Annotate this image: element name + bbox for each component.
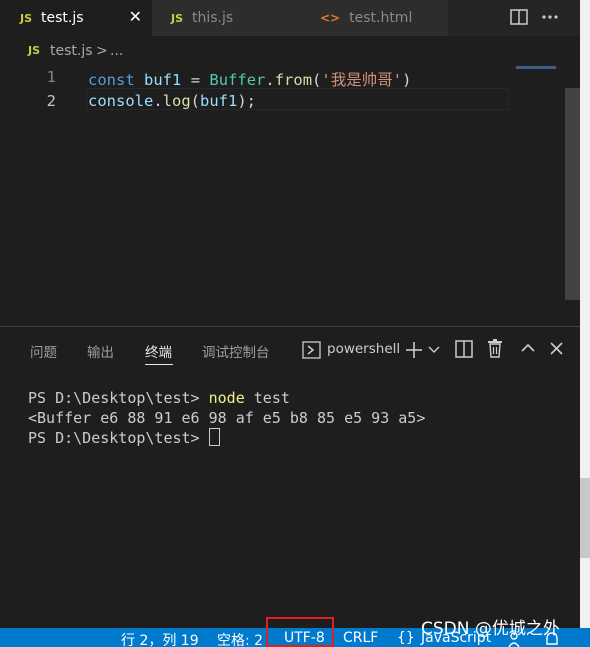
trash-icon[interactable] bbox=[487, 339, 503, 358]
outer-scrollbar-thumb[interactable] bbox=[580, 478, 590, 558]
punctuation: ( bbox=[312, 71, 322, 89]
terminal-prompt: PS D:\Desktop\test> bbox=[28, 429, 209, 447]
more-actions-icon[interactable] bbox=[541, 14, 559, 20]
plus-icon[interactable] bbox=[405, 341, 423, 359]
breadcrumb-symbol[interactable]: ... bbox=[110, 43, 123, 59]
braces-icon: {} bbox=[397, 630, 415, 646]
terminal-shell-label[interactable]: powershell bbox=[327, 341, 400, 357]
breadcrumb-file[interactable]: test.js bbox=[50, 43, 93, 59]
js-file-icon: JS bbox=[28, 44, 41, 57]
terminal-command: node bbox=[208, 389, 245, 407]
editor-scrollbar-thumb[interactable] bbox=[565, 88, 580, 300]
tab-output[interactable]: 输出 bbox=[87, 341, 114, 361]
line-number: 2 bbox=[46, 92, 56, 110]
tab-label: test.html bbox=[349, 10, 413, 26]
terminal-output[interactable]: PS D:\Desktop\test> node test <Buffer e6 … bbox=[28, 388, 425, 448]
identifier: buf1 bbox=[144, 71, 182, 89]
tab-test-html[interactable]: <> test.html bbox=[300, 0, 448, 36]
punctuation: ( bbox=[190, 92, 201, 110]
terminal-line: PS D:\Desktop\test> node test bbox=[28, 388, 425, 408]
function-name: log bbox=[162, 92, 191, 110]
close-icon[interactable]: ✕ bbox=[129, 7, 142, 26]
code-line-2[interactable]: console.log(buf1); bbox=[88, 92, 256, 110]
terminal-line: PS D:\Desktop\test> bbox=[28, 428, 425, 448]
split-editor-icon[interactable] bbox=[510, 9, 528, 25]
terminal-cursor bbox=[208, 428, 220, 446]
minimap[interactable] bbox=[516, 66, 556, 69]
tab-test-js[interactable]: JS test.js ✕ bbox=[0, 0, 152, 36]
operator: = bbox=[190, 71, 201, 89]
js-file-icon: JS bbox=[20, 11, 33, 25]
identifier: buf1 bbox=[200, 92, 238, 110]
punctuation: . bbox=[153, 92, 163, 110]
tab-this-js[interactable]: JS this.js bbox=[152, 0, 300, 36]
function-name: from bbox=[274, 71, 313, 89]
keyword: const bbox=[88, 71, 135, 89]
watermark: CSDN @优城之外 bbox=[421, 619, 560, 639]
terminal-command-arg: test bbox=[244, 389, 290, 407]
breadcrumb-separator: > bbox=[96, 43, 108, 59]
cursor-position[interactable]: 行 2，列 19 bbox=[121, 630, 199, 647]
indentation[interactable]: 空格: 2 bbox=[217, 630, 263, 647]
split-terminal-icon[interactable] bbox=[455, 340, 473, 358]
tab-debug-console[interactable]: 调试控制台 bbox=[202, 341, 270, 361]
code-editor[interactable]: 1 2 const buf1 = Buffer.from('我是帅哥') con… bbox=[0, 66, 565, 324]
string-literal: '我是帅哥' bbox=[321, 71, 403, 89]
identifier: console bbox=[88, 92, 154, 110]
punctuation: ); bbox=[237, 92, 257, 110]
terminal-line: <Buffer e6 88 91 e6 98 af e5 b8 85 e5 93… bbox=[28, 409, 426, 427]
class-name: Buffer bbox=[209, 71, 266, 89]
chevron-down-icon[interactable] bbox=[428, 346, 440, 354]
window-edge bbox=[580, 0, 590, 628]
editor-tab-bar: JS test.js ✕ JS this.js <> test.html bbox=[0, 0, 580, 36]
tab-label: test.js bbox=[41, 10, 84, 26]
tab-terminal[interactable]: 终端 bbox=[145, 341, 172, 361]
code-line-1[interactable]: const buf1 = Buffer.from('我是帅哥') bbox=[88, 68, 411, 90]
maximize-panel-icon[interactable] bbox=[521, 343, 535, 352]
bottom-panel: 问题 输出 终端 调试控制台 powershell bbox=[0, 326, 580, 628]
tab-problems[interactable]: 问题 bbox=[30, 341, 57, 361]
close-panel-icon[interactable] bbox=[550, 342, 563, 355]
punctuation: . bbox=[265, 71, 275, 89]
line-number: 1 bbox=[46, 68, 56, 86]
html-file-icon: <> bbox=[320, 11, 341, 25]
encoding-highlight-box bbox=[266, 617, 334, 647]
js-file-icon: JS bbox=[171, 11, 184, 25]
punctuation: ) bbox=[402, 71, 412, 89]
terminal-icon bbox=[302, 341, 321, 359]
terminal-prompt: PS D:\Desktop\test> bbox=[28, 389, 209, 407]
tab-label: this.js bbox=[192, 10, 234, 26]
active-tab-underline bbox=[145, 364, 173, 365]
breadcrumb: JS test.js > ... bbox=[0, 36, 580, 66]
line-ending[interactable]: CRLF bbox=[343, 630, 378, 646]
